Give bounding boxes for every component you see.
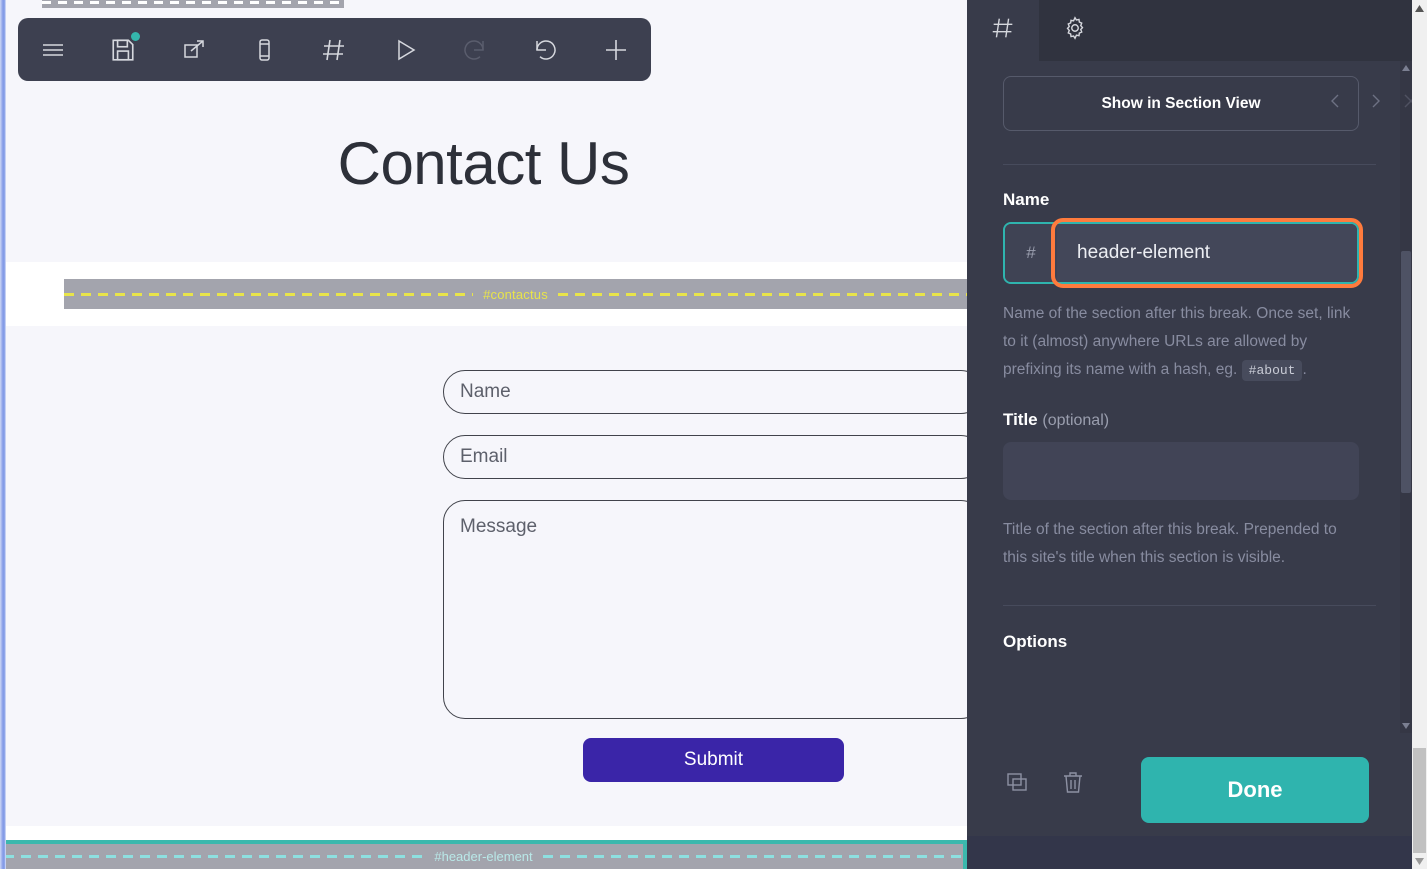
- example-anchor-code: #about: [1241, 360, 1303, 381]
- hash-icon: [989, 14, 1017, 47]
- panel-bottom-strip: [967, 836, 1412, 869]
- section-break-settings-panel: Show in Section View Name # header-eleme…: [967, 0, 1412, 869]
- window-scrollbar-thumb[interactable]: [1413, 748, 1426, 853]
- menu-button[interactable]: [18, 18, 88, 81]
- title-help-text: Title of the section after this break. P…: [1003, 516, 1363, 572]
- submit-button[interactable]: Submit: [583, 738, 844, 782]
- panel-divider: [1003, 164, 1376, 165]
- mobile-device-icon: [251, 37, 277, 63]
- section-break-marker-top[interactable]: [42, 0, 344, 8]
- redo-arrow-icon: [461, 36, 489, 64]
- save-button[interactable]: [88, 18, 158, 81]
- name-input-group: #: [1003, 218, 1363, 288]
- duplicate-copy-icon: [1004, 770, 1030, 801]
- message-field[interactable]: Message: [443, 500, 967, 719]
- undo-button[interactable]: [510, 18, 580, 81]
- tab-settings[interactable]: [1039, 0, 1111, 61]
- next-section-button[interactable]: [1360, 88, 1390, 118]
- section-break-label: #contactus: [483, 286, 548, 302]
- name-field[interactable]: Name: [443, 370, 967, 414]
- hamburger-menu-icon: [38, 35, 68, 65]
- name-help-period: .: [1302, 361, 1307, 378]
- section-break-contactus[interactable]: #contactus: [0, 262, 967, 326]
- panel-scrollbar[interactable]: [1400, 61, 1412, 733]
- panel-tabbar-filler: [1111, 0, 1412, 61]
- scroll-down-arrow-icon[interactable]: [1400, 719, 1412, 733]
- section-break-dashes-left: [4, 855, 425, 858]
- title-help-line-2: this site's title when this section is v…: [1003, 549, 1286, 566]
- section-break-band: #contactus: [64, 279, 967, 309]
- name-help-text: Name of the section after this break. On…: [1003, 300, 1363, 385]
- name-help-line-3: prefixing its name with a hash, eg.: [1003, 361, 1238, 378]
- page-title: Contact Us: [337, 130, 630, 197]
- panel-divider-2: [1003, 605, 1376, 606]
- window-scrollbar[interactable]: [1412, 0, 1427, 869]
- plus-icon: [600, 34, 632, 66]
- title-optional-text: (optional): [1042, 412, 1110, 429]
- duplicate-button[interactable]: [989, 757, 1045, 813]
- canvas-left-accent-stripe: [0, 0, 6, 869]
- prev-section-button[interactable]: [1321, 88, 1351, 118]
- chevron-left-icon: [1328, 93, 1344, 114]
- title-label-text: Title: [1003, 410, 1038, 429]
- name-field-label: Name: [1003, 190, 1050, 209]
- scroll-up-arrow-icon[interactable]: [1400, 61, 1412, 75]
- canvas-bottom-gap: [0, 826, 967, 840]
- trash-delete-icon: [1061, 770, 1085, 801]
- gear-icon: [1062, 15, 1088, 46]
- show-in-section-view-button[interactable]: Show in Section View: [1003, 76, 1359, 131]
- section-title-input[interactable]: [1003, 442, 1359, 500]
- section-break-header-element[interactable]: #header-element: [0, 840, 967, 869]
- section-break-band-selected: #header-element: [4, 844, 964, 869]
- options-heading: Options: [1003, 632, 1068, 651]
- panel-scrollbar-thumb[interactable]: [1401, 251, 1411, 493]
- hash-prefix-icon: #: [1005, 224, 1057, 282]
- tab-section-break[interactable]: [967, 0, 1039, 61]
- window-scroll-down-arrow-icon[interactable]: [1412, 853, 1427, 869]
- open-external-button[interactable]: [159, 18, 229, 81]
- name-help-line-1: Name of the section after this break. On…: [1003, 305, 1323, 322]
- add-button[interactable]: [581, 18, 651, 81]
- window-scroll-up-arrow-icon[interactable]: [1412, 0, 1427, 16]
- panel-footer: Done: [967, 733, 1412, 836]
- section-break-dashes-right: [542, 855, 964, 858]
- application-window: Contact Us #contactus Name Email Message…: [0, 0, 1427, 869]
- show-in-section-view-row: Show in Section View: [1003, 76, 1412, 131]
- done-button[interactable]: Done: [1141, 757, 1369, 823]
- mobile-preview-button[interactable]: [229, 18, 299, 81]
- section-break-dashes: [42, 1, 344, 4]
- site-preview-canvas[interactable]: Contact Us #contactus Name Email Message…: [0, 0, 967, 869]
- unsaved-changes-dot: [131, 32, 141, 41]
- title-help-line-1: Title of the section after this break. P…: [1003, 521, 1337, 538]
- section-break-dashes-left: [64, 292, 474, 296]
- delete-button[interactable]: [1045, 757, 1101, 813]
- section-name-input[interactable]: [1057, 224, 1357, 282]
- play-triangle-icon: [391, 36, 419, 64]
- chevron-right-icon: [1367, 93, 1383, 114]
- email-field[interactable]: Email: [443, 435, 967, 479]
- panel-scroll-body: Show in Section View Name # header-eleme…: [967, 61, 1412, 733]
- undo-arrow-icon: [531, 36, 559, 64]
- section-break-label: #header-element: [434, 849, 533, 864]
- external-link-icon: [180, 36, 208, 64]
- contact-form: Name Email Message Submit: [0, 326, 967, 826]
- title-field-label: Title (optional): [1003, 410, 1376, 430]
- insert-section-break-button[interactable]: [299, 18, 369, 81]
- editor-toolbar: [18, 18, 651, 81]
- section-break-dashes-right: [557, 292, 967, 296]
- panel-tab-bar: [967, 0, 1412, 61]
- preview-button[interactable]: [370, 18, 440, 81]
- name-input-container: #: [1003, 222, 1359, 284]
- hash-icon: [319, 35, 349, 65]
- redo-button[interactable]: [440, 18, 510, 81]
